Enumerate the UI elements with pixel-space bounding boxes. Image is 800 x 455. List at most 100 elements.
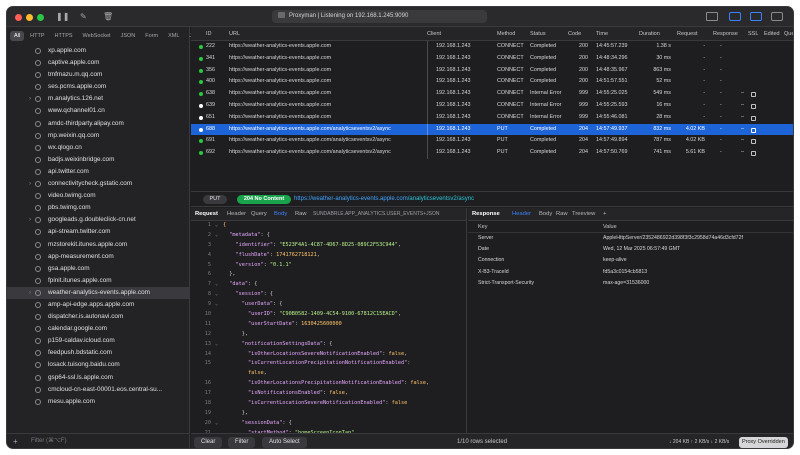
domain-item[interactable]: amdc-thirdparty.alipay.com xyxy=(7,118,190,130)
header-row[interactable]: Server AppleHttpServer/2352486922d398f3f3… xyxy=(468,233,793,244)
column-header[interactable]: Duration xyxy=(639,31,660,37)
domain-item[interactable]: gsa.apple.com xyxy=(7,263,190,275)
table-row[interactable]: 341 https://weather-analytics-events.appl… xyxy=(191,52,793,65)
chevron-right-icon[interactable]: › xyxy=(29,178,31,190)
domain-item[interactable]: calendar.google.com xyxy=(7,323,190,335)
domain-item[interactable]: › googleads.g.doubleclick-cn.net xyxy=(7,214,190,226)
close-window-button[interactable] xyxy=(15,14,22,21)
fold-icon[interactable]: ⌄ xyxy=(215,300,218,310)
zoom-window-button[interactable] xyxy=(37,14,44,21)
sidebar-toggle-icon[interactable] xyxy=(729,12,741,21)
fold-icon[interactable]: ⌄ xyxy=(215,419,218,429)
column-header[interactable]: ID xyxy=(206,31,212,37)
domain-item[interactable]: gsp64-ssl.ls.apple.com xyxy=(7,372,190,384)
fold-icon[interactable]: ⌄ xyxy=(215,231,218,241)
filter-button[interactable]: Filter xyxy=(228,437,256,448)
auto-select-button[interactable]: Auto Select xyxy=(262,437,307,448)
fold-icon[interactable]: ⌄ xyxy=(215,290,218,300)
domain-item[interactable]: cmcloud-cn-east-00001.eos.central-su... xyxy=(7,384,190,396)
window-layout-icon[interactable] xyxy=(706,12,718,21)
domain-item[interactable]: feedpush.bdstatic.com xyxy=(7,347,190,359)
header-row[interactable]: Date Wed, 12 Mar 2025 06:57:49 GMT xyxy=(468,244,793,255)
filter-tab[interactable]: XML xyxy=(164,31,183,41)
response-tab[interactable]: Treeview xyxy=(572,208,595,220)
request-tab[interactable]: Body xyxy=(274,208,287,220)
domain-item[interactable]: p159-caldav.icloud.com xyxy=(7,335,190,347)
request-tab[interactable]: Query xyxy=(251,208,267,220)
domain-item[interactable]: mesu.apple.com xyxy=(7,396,190,408)
fold-icon[interactable]: ⌄ xyxy=(215,221,218,231)
chevron-right-icon[interactable]: › xyxy=(29,287,31,299)
domain-item[interactable]: losack.tuisong.baidu.com xyxy=(7,359,190,371)
filter-tab[interactable]: Form xyxy=(141,31,162,41)
response-tab[interactable]: Header xyxy=(512,208,531,220)
request-tab[interactable]: Header xyxy=(227,208,246,220)
fold-icon[interactable]: ⌄ xyxy=(215,340,218,350)
response-tab[interactable]: Raw xyxy=(556,208,568,220)
table-row[interactable]: 639 https://weather-analytics-events.appl… xyxy=(191,99,793,112)
trash-icon[interactable]: 🗑 xyxy=(103,12,113,21)
filter-tab[interactable]: All xyxy=(10,31,25,41)
table-row[interactable]: 692 https://weather-analytics-events.appl… xyxy=(191,147,793,159)
chevron-right-icon[interactable]: › xyxy=(29,214,31,226)
domain-item[interactable]: www.qchannel01.cn xyxy=(7,105,190,117)
proxy-overridden-badge[interactable]: Proxy Overridden xyxy=(739,437,788,448)
table-row[interactable]: 222 https://weather-analytics-events.appl… xyxy=(191,41,793,53)
filter-input[interactable]: Filter (⌘⌥F) xyxy=(31,437,67,444)
domain-item[interactable]: › connectivitycheck.gstatic.com xyxy=(7,178,190,190)
header-row[interactable]: X-B3-TraceId fd5a3c0154cb5813 xyxy=(468,267,793,278)
fold-icon[interactable]: ⌄ xyxy=(215,280,218,290)
domain-item[interactable]: › weather-analytics-events.apple.com xyxy=(7,286,190,299)
response-tab[interactable]: Body xyxy=(539,208,552,220)
table-row[interactable]: 356 https://weather-analytics-events.appl… xyxy=(191,64,793,77)
minimize-window-button[interactable] xyxy=(26,14,33,21)
filter-tab[interactable]: HTTPS xyxy=(51,31,77,41)
domain-item[interactable]: api-stream.twitter.com xyxy=(7,226,190,238)
domain-item[interactable]: video.twimg.com xyxy=(7,190,190,202)
domain-item[interactable]: api.twitter.com xyxy=(7,166,190,178)
chevron-right-icon[interactable]: › xyxy=(29,93,31,105)
filter-tab[interactable]: HTTP xyxy=(26,31,48,41)
domain-item[interactable]: badjs.weixinbridge.com xyxy=(7,154,190,166)
pause-icon[interactable]: ❚❚ xyxy=(56,12,69,21)
column-header[interactable]: Edited xyxy=(764,31,780,37)
filter-tab[interactable]: JSON xyxy=(117,31,140,41)
bottom-panel-toggle-icon[interactable] xyxy=(750,12,762,21)
table-row[interactable]: 688 https://weather-analytics-events.appl… xyxy=(191,123,793,136)
table-row[interactable]: 638 https://weather-analytics-events.appl… xyxy=(191,88,793,100)
column-header[interactable]: Method xyxy=(497,31,515,37)
domain-item[interactable]: wx.qlogo.cn xyxy=(7,142,190,154)
domain-item[interactable]: pbs.twimg.com xyxy=(7,202,190,214)
domain-item[interactable]: ses.pcms.apple.com xyxy=(7,81,190,93)
domain-item[interactable]: app-measurement.com xyxy=(7,251,190,263)
header-row[interactable]: Strict-Transport-Security max-age=3153600… xyxy=(468,278,793,289)
request-body-viewer[interactable]: 1 ⌄ {2 ⌄ "metadata": {3 "identifier": "E523… xyxy=(191,221,467,433)
clear-button[interactable]: Clear xyxy=(194,437,223,448)
domain-item[interactable]: tmfmazu.m.qq.com xyxy=(7,69,190,81)
domain-item[interactable]: mp.weixin.qq.com xyxy=(7,130,190,142)
column-header[interactable]: Request xyxy=(677,31,698,37)
domain-item[interactable]: dispatcher.is.autonavi.com xyxy=(7,311,190,323)
edit-icon[interactable]: ✎ xyxy=(80,12,87,21)
add-icon[interactable]: + xyxy=(13,437,18,446)
detail-url[interactable]: https://weather-analytics-events.apple.c… xyxy=(294,195,474,204)
column-header[interactable]: Status xyxy=(530,31,546,37)
column-header[interactable]: Client xyxy=(427,31,441,37)
header-row[interactable]: Connection keep-alive xyxy=(468,255,793,266)
add-tab-icon[interactable]: + xyxy=(603,208,606,220)
domain-item[interactable]: xp.apple.com xyxy=(7,45,190,57)
table-row[interactable]: 651 https://weather-analytics-events.appl… xyxy=(191,111,793,124)
table-row[interactable]: 691 https://weather-analytics-events.appl… xyxy=(191,135,793,148)
request-tab[interactable]: Raw xyxy=(295,208,307,220)
column-header[interactable]: Queue xyxy=(784,31,793,37)
column-header[interactable]: SSL xyxy=(748,31,758,37)
filter-tab[interactable]: WebSocket xyxy=(79,31,115,41)
column-header[interactable]: URL xyxy=(229,31,240,37)
table-row[interactable]: 400 https://weather-analytics-events.appl… xyxy=(191,76,793,89)
domain-item[interactable]: amp-api-edge.apps.apple.com xyxy=(7,299,190,311)
right-panel-toggle-icon[interactable] xyxy=(771,12,783,21)
column-header[interactable]: Response xyxy=(713,31,738,37)
column-header[interactable]: Time xyxy=(596,31,608,37)
domain-item[interactable]: fpinit.itunes.apple.com xyxy=(7,275,190,287)
column-header[interactable]: Code xyxy=(568,31,581,37)
